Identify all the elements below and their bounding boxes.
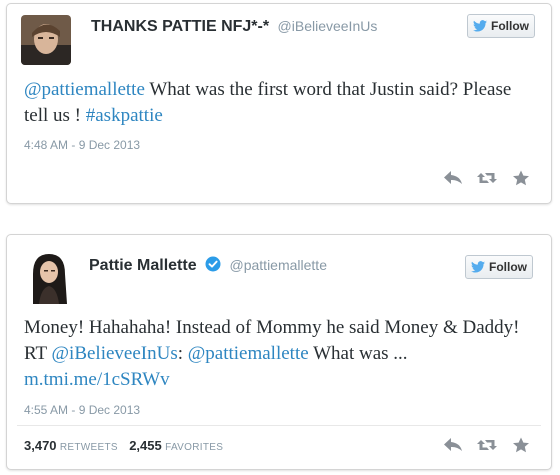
tweet-card: Pattie Mallette @pattiemallette Follow M… — [6, 234, 552, 470]
user-line: Pattie Mallette @pattiemallette — [89, 256, 327, 275]
tweet-timestamp[interactable]: 4:48 AM - 9 Dec 2013 — [24, 138, 140, 152]
mention-link[interactable]: @pattiemallette — [24, 79, 145, 100]
follow-label: Follow — [489, 260, 527, 274]
user-handle[interactable]: @pattiemallette — [230, 257, 327, 273]
twitter-bird-icon — [473, 20, 487, 32]
retweets-count[interactable]: 3,470 — [24, 438, 57, 453]
reply-icon[interactable] — [443, 170, 463, 186]
display-name[interactable]: THANKS PATTIE NFJ*-* — [91, 18, 269, 35]
retweet-icon[interactable] — [477, 170, 497, 186]
mention-link[interactable]: @pattiemallette — [188, 343, 309, 364]
mention-link[interactable]: @iBelieveeInUs — [52, 343, 178, 364]
favorites-count[interactable]: 2,455 — [129, 438, 162, 453]
tweet-timestamp[interactable]: 4:55 AM - 9 Dec 2013 — [24, 403, 140, 417]
favorites-label: FAVORITES — [165, 442, 224, 453]
tweet-text: Money! Hahahaha! Instead of Mommy he sai… — [24, 315, 531, 393]
avatar[interactable] — [21, 15, 71, 65]
user-line: THANKS PATTIE NFJ*-* @iBelieveeInUs — [91, 18, 377, 36]
follow-button[interactable]: Follow — [465, 255, 533, 279]
tweet-card: THANKS PATTIE NFJ*-* @iBelieveeInUs Foll… — [6, 3, 552, 204]
reply-icon[interactable] — [443, 437, 463, 453]
tweet-stats: 3,470 RETWEETS 2,455 FAVORITES — [24, 438, 231, 453]
display-name[interactable]: Pattie Mallette — [89, 257, 197, 274]
hashtag-link[interactable]: #askpattie — [86, 105, 163, 126]
tweet-actions — [443, 170, 531, 186]
follow-label: Follow — [491, 19, 529, 33]
twitter-bird-icon — [471, 261, 485, 273]
follow-button[interactable]: Follow — [467, 14, 535, 38]
user-handle[interactable]: @iBelieveeInUs — [278, 18, 378, 34]
url-link[interactable]: m.tmi.me/1cSRWv — [24, 369, 170, 390]
retweets-label: RETWEETS — [59, 442, 118, 453]
tweet-body: : — [177, 343, 188, 364]
divider — [17, 425, 541, 426]
avatar[interactable] — [25, 250, 73, 304]
tweet-text: @pattiemallette What was the first word … — [24, 77, 531, 129]
tweet-actions — [443, 437, 531, 453]
retweet-icon[interactable] — [477, 437, 497, 453]
verified-badge-icon — [205, 256, 221, 272]
favorite-star-icon[interactable] — [511, 170, 531, 186]
tweet-body: What was ... — [308, 343, 408, 364]
favorite-star-icon[interactable] — [511, 437, 531, 453]
